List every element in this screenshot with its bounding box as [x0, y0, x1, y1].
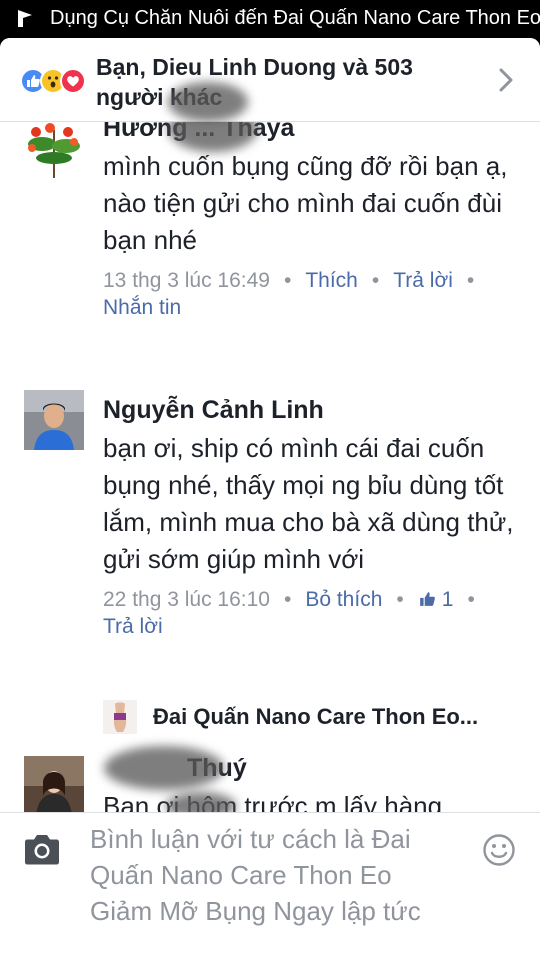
redaction-smudge — [168, 82, 248, 122]
comments-list: Hương ... Thaya mình cuốn bụng cũng đỡ r… — [0, 122, 540, 812]
screen: Dụng Cụ Chăn Nuôi đến Đai Quấn Nano Care… — [0, 0, 540, 960]
reactions-text: Bạn, Dieu Linh Duong và 503 người khác — [96, 54, 413, 110]
comment-input[interactable]: Bình luận với tư cách là Đai Quấn Nano C… — [90, 821, 450, 929]
page-avatar — [103, 700, 137, 734]
comment-meta: 13 thg 3 lúc 16:49 • Thích • Trả lời • Nhắn t… — [103, 269, 475, 319]
flag-icon — [18, 10, 32, 27]
comment-meta: 22 thg 3 lúc 16:10 • Bỏ thích • 1 • Trả lời — [103, 588, 475, 638]
page-reply-preview[interactable]: Đai Quấn Nano Care Thon Eo... — [103, 700, 478, 734]
thumbs-up-icon — [419, 592, 435, 606]
comment-body: Hương ... Thaya mình cuốn bụng cũng đỡ r… — [103, 122, 523, 321]
redaction-smudge — [104, 746, 224, 790]
comment-text: bạn ơi, ship có mình cái đai cuốn bụng n… — [103, 433, 514, 574]
comment-item: Thuý Bạn ơi hôm trước m lấy hàng — [0, 746, 540, 812]
status-bar: Dụng Cụ Chăn Nuôi đến Đai Quấn Nano Care… — [0, 0, 540, 36]
camera-icon[interactable] — [22, 833, 62, 867]
page-reply-name: Đai Quấn Nano Care Thon Eo... — [153, 704, 479, 729]
avatar[interactable] — [24, 122, 84, 180]
comment-body: Nguyễn Cảnh Linh bạn ơi, ship có mình cá… — [103, 394, 523, 640]
smiley-icon[interactable] — [482, 833, 516, 867]
comments-sheet: Bạn, Dieu Linh Duong và 503 người khác H… — [0, 38, 540, 960]
reactions-summary[interactable]: Bạn, Dieu Linh Duong và 503 người khác — [0, 38, 540, 122]
comment-author[interactable]: Hương ... Thaya — [103, 122, 523, 144]
reply-action[interactable]: Trả lời — [103, 615, 163, 638]
comment-author[interactable]: Nguyễn Cảnh Linh — [103, 394, 523, 426]
chevron-right-icon[interactable] — [496, 66, 516, 94]
comment-time: 13 thg 3 lúc 16:49 — [103, 269, 270, 292]
comment-item: Nguyễn Cảnh Linh bạn ơi, ship có mình cá… — [0, 360, 540, 660]
reaction-icons — [20, 68, 86, 94]
avatar[interactable] — [24, 756, 84, 812]
notification-text: Dụng Cụ Chăn Nuôi đến Đai Quấn Nano Care… — [50, 6, 540, 29]
comment-item: Hương ... Thaya mình cuốn bụng cũng đỡ r… — [0, 122, 540, 362]
avatar[interactable] — [24, 390, 84, 450]
comment-text: mình cuốn bụng cũng đỡ rồi bạn ạ, nào ti… — [103, 151, 508, 255]
comment-time: 22 thg 3 lúc 16:10 — [103, 588, 270, 611]
reply-action[interactable]: Trả lời — [393, 269, 453, 292]
like-count: 1 — [441, 588, 454, 611]
unlike-action[interactable]: Bỏ thích — [305, 588, 382, 611]
message-action[interactable]: Nhắn tin — [103, 296, 181, 319]
like-action[interactable]: Thích — [305, 269, 358, 292]
comment-composer: Bình luận với tư cách là Đai Quấn Nano C… — [0, 812, 540, 960]
love-reaction-icon — [60, 68, 86, 94]
